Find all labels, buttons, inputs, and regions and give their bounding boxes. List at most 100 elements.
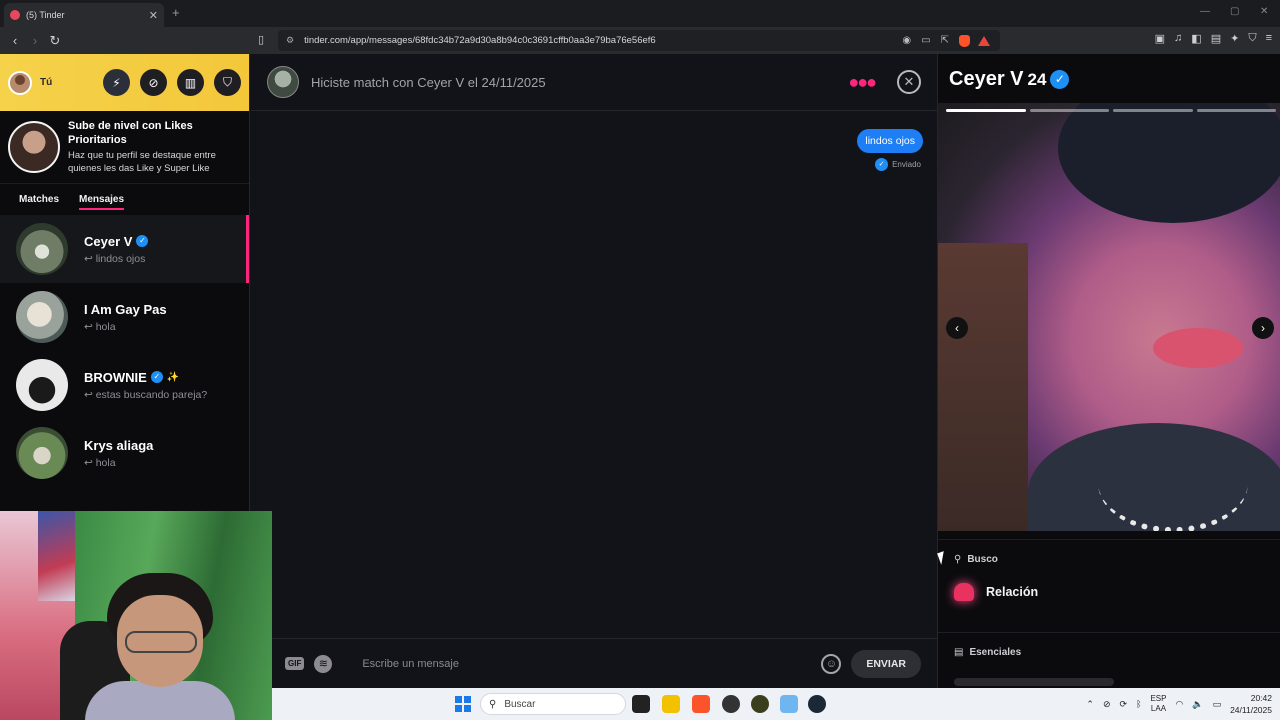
explore-icon[interactable]: ⊘: [140, 69, 167, 96]
clock[interactable]: 20:42 24/11/2025: [1230, 692, 1272, 716]
match-date-title: Hiciste match con Ceyer V el 24/11/2025: [311, 74, 546, 90]
tab-matches[interactable]: Matches: [19, 194, 59, 205]
task-view-icon[interactable]: [632, 695, 650, 713]
profile-photo[interactable]: [938, 103, 1280, 531]
wifi-icon[interactable]: ◠: [1175, 699, 1183, 710]
vpn-icon[interactable]: ⛉: [1248, 32, 1256, 45]
clock-time: 20:42: [1250, 693, 1272, 703]
window-close-icon[interactable]: ✕: [1260, 6, 1268, 17]
conversation-name: Krys aliaga: [84, 437, 154, 453]
chevron-up-icon[interactable]: ⌃: [1086, 699, 1094, 710]
app-icon[interactable]: [780, 695, 798, 713]
tab-title: (5) Tinder: [26, 10, 65, 20]
conversation-item[interactable]: Ceyer V ✓ ↩ lindos ojos: [0, 215, 249, 283]
forward-icon[interactable]: ›: [25, 33, 45, 48]
emoji-icon[interactable]: ☺: [821, 653, 842, 674]
share-icon[interactable]: ⇱: [941, 35, 949, 46]
browser-tab[interactable]: (5) Tinder ✕: [4, 3, 164, 27]
obs-icon[interactable]: [722, 695, 740, 713]
promo-avatar: [8, 121, 60, 173]
gif-button[interactable]: GIF: [285, 657, 305, 670]
sidebar-header: Tú ⚡ ⊘ ▥ ⛉: [0, 54, 249, 111]
browser-tab-strip: (5) Tinder ✕ + — ▢ ✕: [0, 0, 1280, 27]
music-icon[interactable]: ♫: [1174, 32, 1182, 45]
webcam-overlay: [0, 511, 272, 720]
conversation-item[interactable]: Krys aliaga ↩ hola: [0, 419, 249, 487]
message-input[interactable]: [362, 657, 822, 670]
heart-arrow-icon: [954, 583, 974, 601]
prev-photo-icon[interactable]: ‹: [946, 317, 968, 339]
bluetooth-icon[interactable]: ᛒ: [1136, 699, 1141, 709]
avatar: [16, 359, 68, 411]
chat-header: Hiciste match con Ceyer V el 24/11/2025 …: [251, 54, 937, 111]
volume-icon[interactable]: 🔈: [1192, 699, 1203, 710]
network-off-icon[interactable]: ⊘: [1103, 699, 1111, 710]
message-status-text: Enviado: [892, 160, 921, 169]
essentials-label: Esenciales: [969, 647, 1022, 658]
file-explorer-icon[interactable]: [662, 695, 680, 713]
bookmark-icon[interactable]: ▯: [258, 33, 264, 46]
spotify-icon[interactable]: ≋: [314, 654, 333, 673]
steam-icon[interactable]: [808, 695, 826, 713]
boost-icon[interactable]: ⚡: [103, 69, 130, 96]
minimize-icon[interactable]: —: [1200, 6, 1210, 17]
id-card-icon: ▤: [954, 647, 964, 658]
wallet-icon[interactable]: ▤: [1211, 32, 1221, 45]
language-indicator[interactable]: ESP LAA: [1150, 694, 1166, 714]
maximize-icon[interactable]: ▢: [1230, 6, 1239, 17]
message-composer: GIF ≋ ☺ ENVIAR: [251, 638, 937, 688]
shield-icon[interactable]: ⛉: [214, 69, 241, 96]
conversation-name: Ceyer V: [84, 233, 133, 249]
conversation-item[interactable]: BROWNIE ✓ ✨ ↩ estas buscando pareja?: [0, 351, 249, 419]
photo-progress-segment[interactable]: [1196, 109, 1276, 112]
site-info-icon[interactable]: ⚙: [286, 35, 294, 46]
location-icon[interactable]: ◉: [902, 35, 911, 46]
verified-badge-icon: ✓: [150, 371, 163, 383]
next-photo-icon[interactable]: ›: [1252, 317, 1274, 339]
sent-message-bubble[interactable]: lindos ojos: [857, 129, 923, 153]
cast-icon[interactable]: ▭: [921, 35, 930, 46]
brave-browser-icon[interactable]: [692, 695, 710, 713]
back-icon[interactable]: ‹: [5, 33, 25, 48]
browser-toolbar: ‹ › ↻ ▯ ⚙ tinder.com/app/messages/68fdc3…: [0, 27, 1280, 54]
app-icon[interactable]: [751, 695, 769, 713]
message-status: ✓ Enviado: [875, 158, 921, 171]
conversation-name: I Am Gay Pas: [84, 301, 167, 317]
close-chat-icon[interactable]: ✕: [897, 70, 921, 94]
priority-likes-promo[interactable]: Sube de nivel con Likes Prioritarios Haz…: [0, 111, 249, 183]
brave-shields-icon[interactable]: [959, 34, 970, 47]
profile-header: Ceyer V 24 ✓: [949, 68, 1070, 91]
chat-panel: Hiciste match con Ceyer V el 24/11/2025 …: [251, 54, 937, 688]
reload-icon[interactable]: ↻: [45, 33, 65, 49]
search-icon: ⚲: [489, 698, 497, 710]
conversation-name: BROWNIE: [84, 369, 147, 385]
photo-progress-segment[interactable]: [1113, 109, 1193, 112]
media-icon[interactable]: ▣: [1155, 32, 1165, 45]
address-bar[interactable]: ⚙ tinder.com/app/messages/68fdc34b72a9d3…: [278, 30, 1000, 51]
new-tab-button[interactable]: +: [172, 5, 180, 20]
windows-start-icon[interactable]: [455, 696, 471, 712]
my-profile-label[interactable]: Tú: [40, 77, 93, 88]
keyboard-layout: LAA: [1150, 704, 1167, 713]
briefcase-icon[interactable]: ▥: [177, 69, 204, 96]
profile-name: Ceyer V: [949, 68, 1024, 90]
sync-icon[interactable]: ⟳: [1120, 699, 1128, 710]
looking-for-value: Relación: [986, 585, 1039, 599]
send-button[interactable]: ENVIAR: [851, 649, 921, 678]
taskbar-search[interactable]: ⚲ Buscar: [480, 693, 626, 715]
photo-progress-segment[interactable]: [946, 109, 1026, 112]
avatar: [16, 223, 68, 275]
sidebar-toggle-icon[interactable]: ◧: [1191, 32, 1201, 45]
conversation-item[interactable]: I Am Gay Pas ↩ hola: [0, 283, 249, 351]
leo-icon[interactable]: ✦: [1230, 32, 1239, 45]
menu-icon[interactable]: ≡: [1266, 32, 1272, 45]
match-avatar[interactable]: [267, 66, 299, 98]
promo-title: Sube de nivel con Likes Prioritarios: [68, 120, 193, 146]
battery-icon[interactable]: ▭: [1213, 699, 1222, 710]
tab-close-icon[interactable]: ✕: [149, 9, 158, 22]
brave-rewards-icon[interactable]: [978, 35, 990, 46]
tab-messages[interactable]: Mensajes: [79, 194, 125, 210]
my-avatar[interactable]: [8, 70, 32, 95]
more-options-icon[interactable]: ●●●: [848, 72, 877, 93]
photo-progress-segment[interactable]: [1029, 109, 1109, 112]
